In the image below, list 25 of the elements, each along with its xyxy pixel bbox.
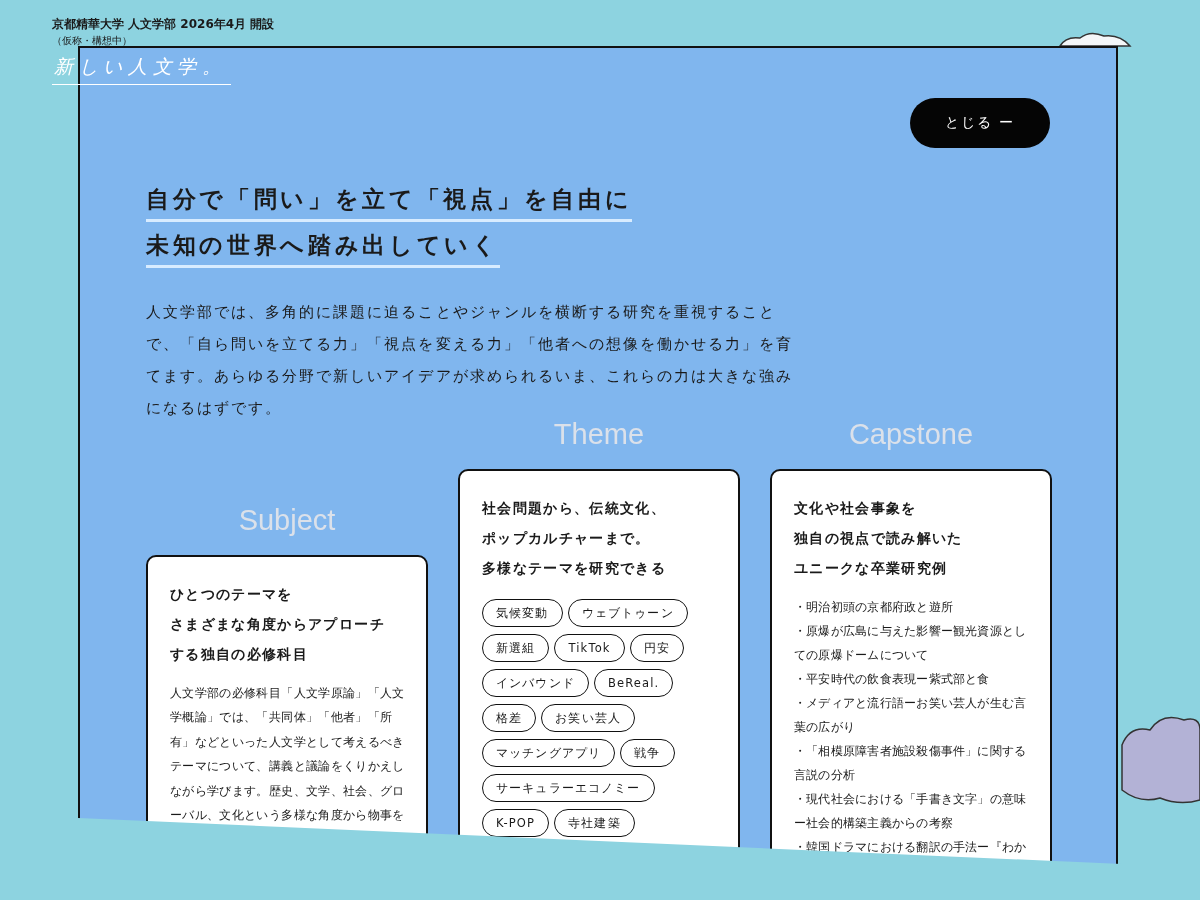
research-example: ・メディアと流行語ーお笑い芸人が生む言葉の広がり <box>794 695 1028 736</box>
research-example: ・現代社会における「手書き文字」の意味ー社会的構築主義からの考察 <box>794 791 1028 832</box>
card-heading: する独自の必修科目 <box>170 645 309 664</box>
column-title: Subject <box>238 504 336 537</box>
card-heading: ユニークな卒業研究例 <box>794 559 948 578</box>
card-heading: 多様なテーマを研究できる <box>482 559 667 578</box>
card-heading: ポップカルチャーまで。 <box>482 529 651 548</box>
close-button[interactable]: とじる ー <box>910 98 1050 148</box>
card-heading: ひとつのテーマを <box>170 585 293 604</box>
research-example: ・明治初頭の京都府政と遊所 <box>794 599 954 616</box>
heading-line: 未知の世界へ踏み出していく <box>146 230 500 268</box>
research-example: ・平安時代の飲食表現ー紫式部と食 <box>794 671 991 688</box>
card-heading: 文化や社会事象を <box>794 499 917 518</box>
heading-line: 自分で「問い」を立て「視点」を自由に <box>146 184 633 222</box>
university-name: 京都精華大学 人文学部 2026年4月 開設 <box>52 16 275 33</box>
card-heading: さまざまな角度からアプローチ <box>170 615 385 634</box>
research-example: ・「相模原障害者施設殺傷事件」に関する言説の分析 <box>794 743 1028 784</box>
intro-paragraph: 人文学部では、多角的に課題に迫ることやジャンルを横断する研究を重視することで、「自ら問いを立てる力」「視点を変える力」「他者への想像を働かせる力」を育てます。あらゆる分野で新しいアイデアが求められるいま、これらの力は大きな強みになるはずです。 <box>146 303 795 418</box>
card-heading: 社会問題から、伝統文化、 <box>482 499 667 518</box>
research-example: ・原爆が広島に与えた影響ー観光資源としての原爆ドームについて <box>794 623 1028 664</box>
note-text: （仮称・構想中） <box>52 35 132 48</box>
column-title: Theme <box>553 418 645 451</box>
card-heading: 独自の視点で読み解いた <box>794 529 963 548</box>
card-body-text: 人文学部の必修科目「人文学原論」「人文学概論」では、「共同体」「他者」「所有」などといった人文学として考えるべきテーマについて、講義と議論をくりかえしながら学びます。歴史、文学、社会、グローバル、文化という多様な角度から物事を <box>170 685 406 825</box>
column-title: Capstone <box>848 418 974 451</box>
